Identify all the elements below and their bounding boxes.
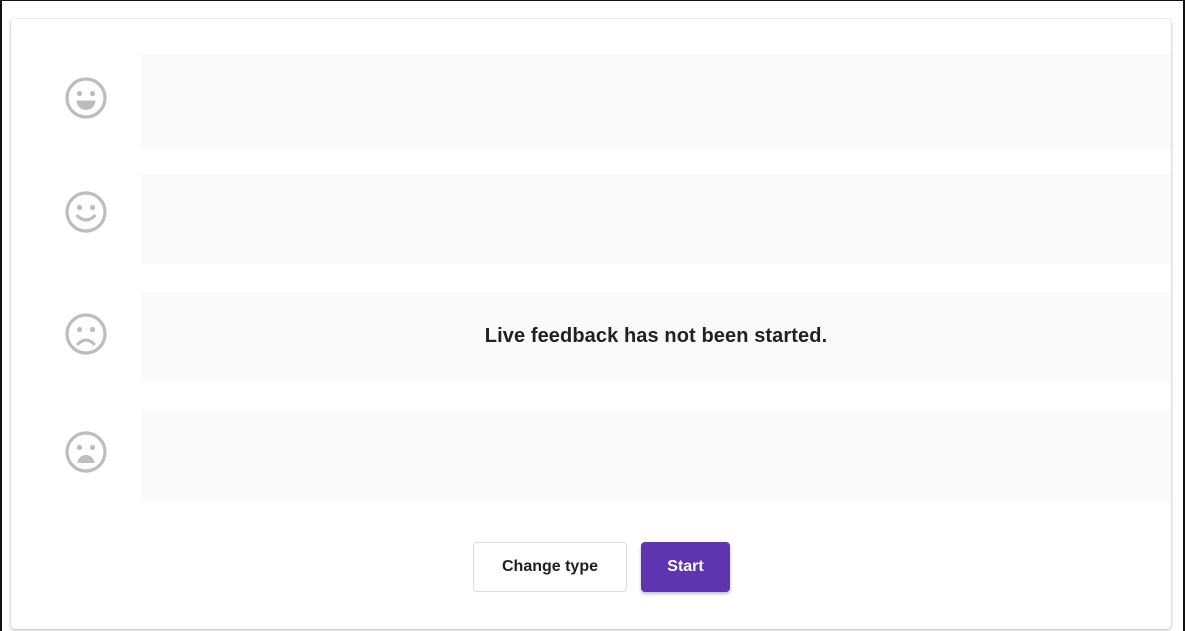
- feedback-bar-very-dissatisfied: [141, 409, 1171, 502]
- feedback-status-message: Live feedback has not been started.: [484, 325, 828, 347]
- feedback-bar-satisfied: [141, 174, 1171, 264]
- dissatisfied-face-icon: [63, 311, 109, 357]
- feedback-bar-very-satisfied: [141, 54, 1171, 149]
- very-satisfied-face-icon: [63, 75, 109, 121]
- satisfied-face-icon: [63, 189, 109, 235]
- window-frame: Live feedback has not been started. Chan…: [0, 0, 1185, 631]
- change-type-button[interactable]: Change type: [473, 542, 627, 592]
- live-feedback-card: Live feedback has not been started.: [11, 19, 1171, 629]
- very-dissatisfied-face-icon: [63, 429, 109, 475]
- start-button[interactable]: Start: [641, 542, 730, 592]
